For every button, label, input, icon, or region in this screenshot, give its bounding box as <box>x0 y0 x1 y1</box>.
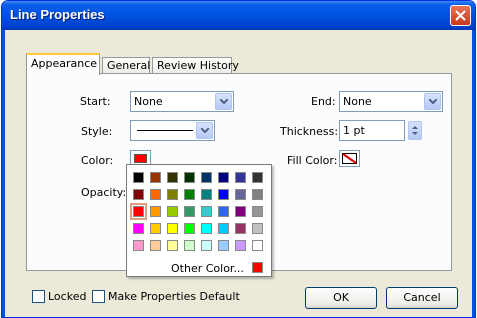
color-swatch[interactable] <box>167 172 178 183</box>
tab-general[interactable]: General <box>102 57 150 74</box>
chevron-down-icon <box>220 99 228 104</box>
color-swatch[interactable] <box>252 240 263 251</box>
color-swatch[interactable] <box>235 189 246 200</box>
color-swatch[interactable] <box>235 172 246 183</box>
color-swatch[interactable] <box>201 172 212 183</box>
tab-general-label: General <box>107 59 151 72</box>
close-button[interactable] <box>450 5 471 26</box>
cancel-button[interactable]: Cancel <box>386 287 458 309</box>
color-swatch[interactable] <box>133 223 144 234</box>
thickness-label: Thickness: <box>280 125 339 138</box>
ok-button-label: OK <box>333 291 349 304</box>
color-swatch[interactable] <box>130 203 147 220</box>
color-swatch[interactable] <box>252 172 263 183</box>
window-title: Line Properties <box>10 7 105 22</box>
tab-review-history[interactable]: Review History <box>152 57 239 74</box>
ok-button[interactable]: OK <box>305 287 377 309</box>
color-swatch[interactable] <box>184 223 195 234</box>
no-fill-icon <box>342 153 357 164</box>
thickness-input[interactable]: 1 pt <box>339 120 405 141</box>
window-border-left <box>2 30 5 317</box>
color-swatch[interactable] <box>167 189 178 200</box>
color-swatch[interactable] <box>218 223 229 234</box>
make-default-checkbox[interactable] <box>92 290 105 303</box>
end-label: End: <box>311 95 336 108</box>
close-icon <box>455 10 466 21</box>
color-swatch[interactable] <box>218 189 229 200</box>
color-swatch[interactable] <box>252 206 263 217</box>
tab-appearance[interactable]: Appearance <box>26 53 100 75</box>
color-swatch[interactable] <box>133 172 144 183</box>
color-swatch[interactable] <box>252 189 263 200</box>
color-swatch[interactable] <box>184 172 195 183</box>
tab-appearance-label: Appearance <box>31 57 98 70</box>
color-swatch[interactable] <box>150 172 161 183</box>
chevron-down-icon <box>429 99 437 104</box>
other-color-label[interactable]: Other Color... <box>171 262 244 275</box>
start-label: Start: <box>80 95 111 108</box>
other-color-swatch[interactable] <box>252 262 263 273</box>
tab-review-history-label: Review History <box>157 59 239 72</box>
color-label: Color: <box>81 154 114 167</box>
start-value: None <box>134 95 163 108</box>
color-swatch[interactable] <box>235 240 246 251</box>
color-swatch[interactable] <box>150 189 161 200</box>
end-select[interactable]: None <box>339 91 443 112</box>
cancel-button-label: Cancel <box>403 291 441 304</box>
color-swatch[interactable] <box>252 223 263 234</box>
spinner-arrows-icon <box>412 126 418 135</box>
style-dropdown-button[interactable] <box>196 122 213 139</box>
color-swatch[interactable] <box>184 189 195 200</box>
fill-color-picker-button[interactable] <box>339 150 360 167</box>
opacity-label: Opacity: <box>81 186 127 199</box>
color-swatch[interactable] <box>133 189 144 200</box>
color-swatch[interactable] <box>150 223 161 234</box>
fill-color-label: Fill Color: <box>287 154 338 167</box>
line-properties-dialog: Line Properties Appearance General Revie… <box>1 0 476 318</box>
make-default-label: Make Properties Default <box>108 290 240 303</box>
color-swatch[interactable] <box>184 206 195 217</box>
end-value: None <box>343 95 372 108</box>
start-select[interactable]: None <box>130 91 234 112</box>
chevron-down-icon <box>201 128 209 133</box>
color-swatch[interactable] <box>150 206 161 217</box>
thickness-spinner[interactable] <box>408 121 422 140</box>
thickness-value: 1 pt <box>343 124 365 137</box>
style-label: Style: <box>81 125 113 138</box>
start-dropdown-button[interactable] <box>215 93 232 110</box>
color-swatch[interactable] <box>167 206 178 217</box>
color-swatch[interactable] <box>201 189 212 200</box>
color-swatch[interactable] <box>133 240 144 251</box>
color-swatch[interactable] <box>201 206 212 217</box>
color-swatch[interactable] <box>201 223 212 234</box>
color-swatch[interactable] <box>235 223 246 234</box>
locked-label: Locked <box>48 290 87 303</box>
line-style-preview-icon <box>137 130 193 131</box>
color-swatch[interactable] <box>201 240 212 251</box>
color-swatch[interactable] <box>235 206 246 217</box>
color-swatch[interactable] <box>150 240 161 251</box>
end-dropdown-button[interactable] <box>424 93 441 110</box>
color-palette-popup: Other Color... <box>126 164 272 277</box>
color-swatch[interactable] <box>167 223 178 234</box>
color-swatch[interactable] <box>218 206 229 217</box>
color-swatch[interactable] <box>184 240 195 251</box>
window-border-right <box>472 30 475 317</box>
locked-checkbox[interactable] <box>32 290 45 303</box>
current-color-swatch <box>134 154 147 163</box>
color-swatch[interactable] <box>218 240 229 251</box>
style-select[interactable] <box>130 120 215 141</box>
title-bar[interactable]: Line Properties <box>2 1 475 30</box>
color-swatch[interactable] <box>218 172 229 183</box>
color-swatch[interactable] <box>167 240 178 251</box>
